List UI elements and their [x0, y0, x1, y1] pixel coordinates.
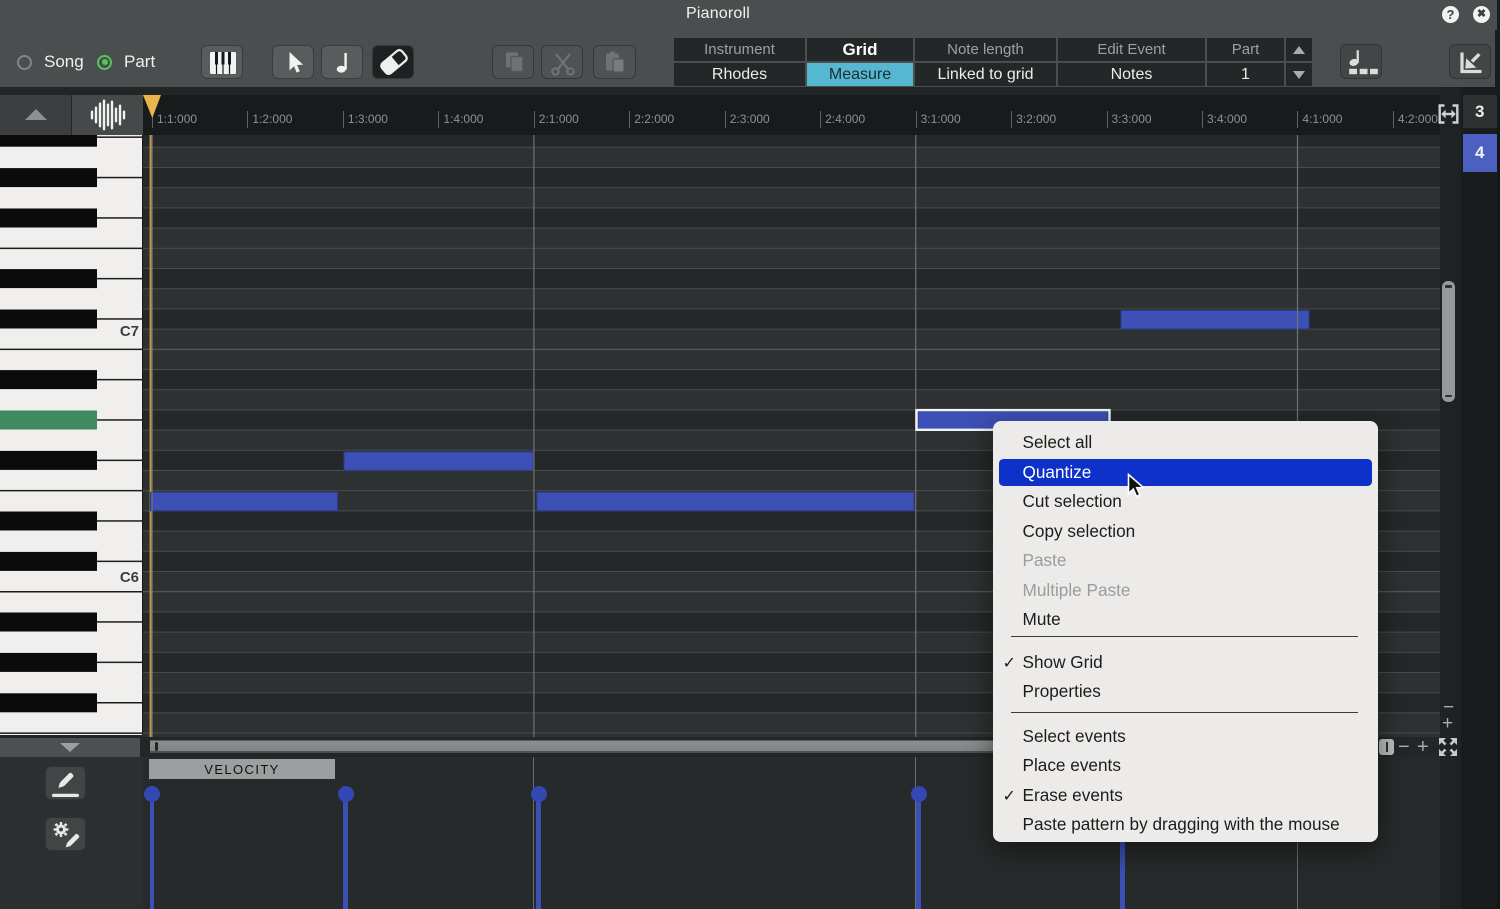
svg-text:C6: C6 — [120, 569, 139, 586]
svg-text:C7: C7 — [120, 323, 139, 340]
